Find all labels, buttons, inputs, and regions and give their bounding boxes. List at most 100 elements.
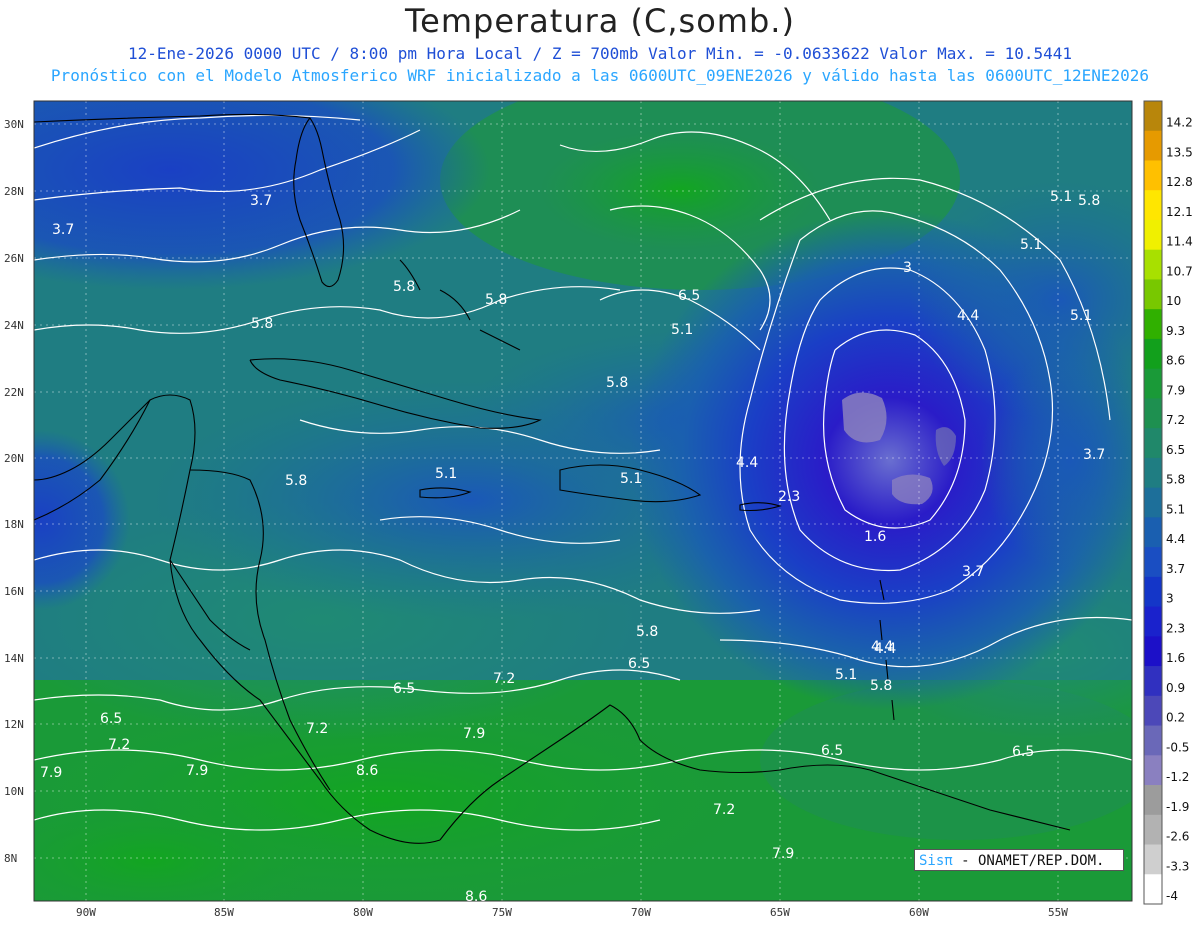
- colorbar-swatch: [1144, 338, 1162, 370]
- contour-label: 5.8: [636, 624, 658, 640]
- lat-tick-label: 18N: [4, 518, 24, 531]
- lat-tick-label: 28N: [4, 185, 24, 198]
- colorbar-tick-label: 10: [1166, 294, 1181, 308]
- colorbar-swatch: [1144, 428, 1162, 459]
- contour-label: 5.1: [1050, 189, 1072, 205]
- lat-tick-label: 8N: [4, 852, 17, 865]
- lon-tick-label: 85W: [214, 906, 234, 919]
- contour-label: 5.1: [1070, 308, 1092, 324]
- colorbar-tick-label: 12.8: [1166, 175, 1193, 189]
- credit-badge: Sisπ - ONAMET/REP.DOM.: [914, 849, 1124, 871]
- colorbar-tick-label: 14.2: [1166, 116, 1193, 130]
- colorbar-swatch: [1144, 785, 1162, 816]
- contour-label: 4.4: [874, 641, 896, 657]
- lat-tick-label: 22N: [4, 386, 24, 399]
- colorbar: 14.2 13.5 12.8 12.1 11.4 10.7 10 9.3 8.6 7.9 7.2 6.…: [1143, 100, 1193, 905]
- lon-tick-label: 90W: [76, 906, 96, 919]
- contour-label: 3.7: [1083, 447, 1105, 463]
- colorbar-tick-label: 0.9: [1166, 681, 1185, 695]
- lat-tick-label: 14N: [4, 652, 24, 665]
- colorbar-tick-label: 9.3: [1166, 324, 1185, 338]
- contour-label: 5.8: [870, 678, 892, 694]
- colorbar-swatch: [1144, 844, 1162, 875]
- contour-label: 5.8: [393, 279, 415, 295]
- colorbar-tick-label: 8.6: [1166, 354, 1185, 368]
- colorbar-swatch: [1144, 190, 1162, 221]
- contour-label: 5.8: [285, 473, 307, 489]
- colorbar-tick-label: -1.2: [1166, 770, 1189, 784]
- colorbar-tick-label: 12.1: [1166, 205, 1193, 219]
- lat-tick-label: 20N: [4, 452, 24, 465]
- colorbar-swatch: [1144, 249, 1162, 280]
- contour-label: 5.1: [620, 471, 642, 487]
- colorbar-swatch: [1144, 101, 1162, 132]
- colorbar-tick-label: 13.5: [1166, 145, 1193, 159]
- colorbar-tick-label: 0.2: [1166, 711, 1185, 725]
- contour-label: 5.8: [251, 316, 273, 332]
- lon-tick-label: 65W: [770, 906, 790, 919]
- contour-label: 5.8: [485, 292, 507, 308]
- contour-label: 8.6: [465, 889, 487, 905]
- colorbar-tick-label: 6.5: [1166, 443, 1185, 457]
- colorbar-swatch: [1144, 279, 1162, 310]
- contour-label: 3.7: [962, 564, 984, 580]
- contour-label: 3: [903, 260, 912, 276]
- contour-label: 8.6: [356, 763, 378, 779]
- colorbar-tick-label: 3: [1166, 592, 1174, 606]
- colorbar-swatch: [1144, 368, 1162, 399]
- contour-label: 7.9: [40, 765, 62, 781]
- lat-tick-label: 10N: [4, 785, 24, 798]
- lat-tick-label: 26N: [4, 252, 24, 265]
- contour-label: 2.3: [778, 489, 800, 505]
- colorbar-tick-label: 10.7: [1166, 264, 1193, 278]
- contour-label: 5.1: [435, 466, 457, 482]
- colorbar-tick-label: -3.3: [1166, 859, 1189, 873]
- latitude-axis: 30N 28N 26N 24N 22N 20N 18N 16N 14N 12N …: [4, 118, 24, 865]
- colorbar-swatch: [1144, 874, 1162, 905]
- contour-label: 1.6: [864, 529, 886, 545]
- contour-label: 4.4: [736, 455, 758, 471]
- lon-tick-label: 80W: [353, 906, 373, 919]
- longitude-axis: 90W 85W 80W 75W 70W 65W 60W 55W: [76, 906, 1068, 919]
- contour-label: 7.2: [108, 737, 130, 753]
- contour-label: 5.1: [835, 667, 857, 683]
- colorbar-swatch: [1144, 755, 1162, 786]
- contour-label: 6.5: [628, 656, 650, 672]
- colorbar-tick-label: 5.8: [1166, 473, 1185, 487]
- lon-tick-label: 75W: [492, 906, 512, 919]
- contour-label: 4.4: [957, 308, 979, 324]
- colorbar-tick-label: -4: [1166, 889, 1178, 903]
- contour-label: 3.7: [52, 222, 74, 238]
- lat-tick-label: 24N: [4, 319, 24, 332]
- colorbar-swatch: [1144, 636, 1162, 667]
- lat-tick-label: 16N: [4, 585, 24, 598]
- colorbar-tick-label: -1.9: [1166, 800, 1189, 814]
- colorbar-swatch: [1144, 517, 1162, 548]
- colorbar-swatch: [1144, 160, 1162, 191]
- colorbar-swatch: [1144, 547, 1162, 578]
- contour-label: 6.5: [821, 743, 843, 759]
- contour-label: 7.9: [186, 763, 208, 779]
- colorbar-swatch: [1144, 219, 1162, 251]
- colorbar-tick-label: 7.9: [1166, 383, 1185, 397]
- contour-label: 7.2: [493, 671, 515, 687]
- contour-label: 7.9: [772, 846, 794, 862]
- contour-label: 5.1: [671, 322, 693, 338]
- lat-tick-label: 12N: [4, 718, 24, 731]
- temperature-map: 3.7 3.7 5.8 5.8 5.8 6.5 5.1 5.1 4.4 5.1 …: [4, 100, 1193, 919]
- contour-label: 5.1: [1020, 237, 1042, 253]
- contour-label: 6.5: [678, 288, 700, 304]
- lon-tick-label: 55W: [1048, 906, 1068, 919]
- colorbar-swatch: [1144, 814, 1162, 846]
- colorbar-swatch: [1144, 398, 1162, 429]
- colorbar-tick-label: 7.2: [1166, 413, 1185, 427]
- contour-label: 7.9: [463, 726, 485, 742]
- colorbar-swatch: [1144, 576, 1162, 608]
- colorbar-tick-label: 2.3: [1166, 621, 1185, 635]
- colorbar-tick-label: -0.5: [1166, 740, 1189, 754]
- colorbar-swatch: [1144, 487, 1162, 518]
- colorbar-swatch: [1144, 725, 1162, 756]
- lon-tick-label: 60W: [909, 906, 929, 919]
- lat-tick-label: 30N: [4, 118, 24, 131]
- contour-label: 3.7: [250, 193, 272, 209]
